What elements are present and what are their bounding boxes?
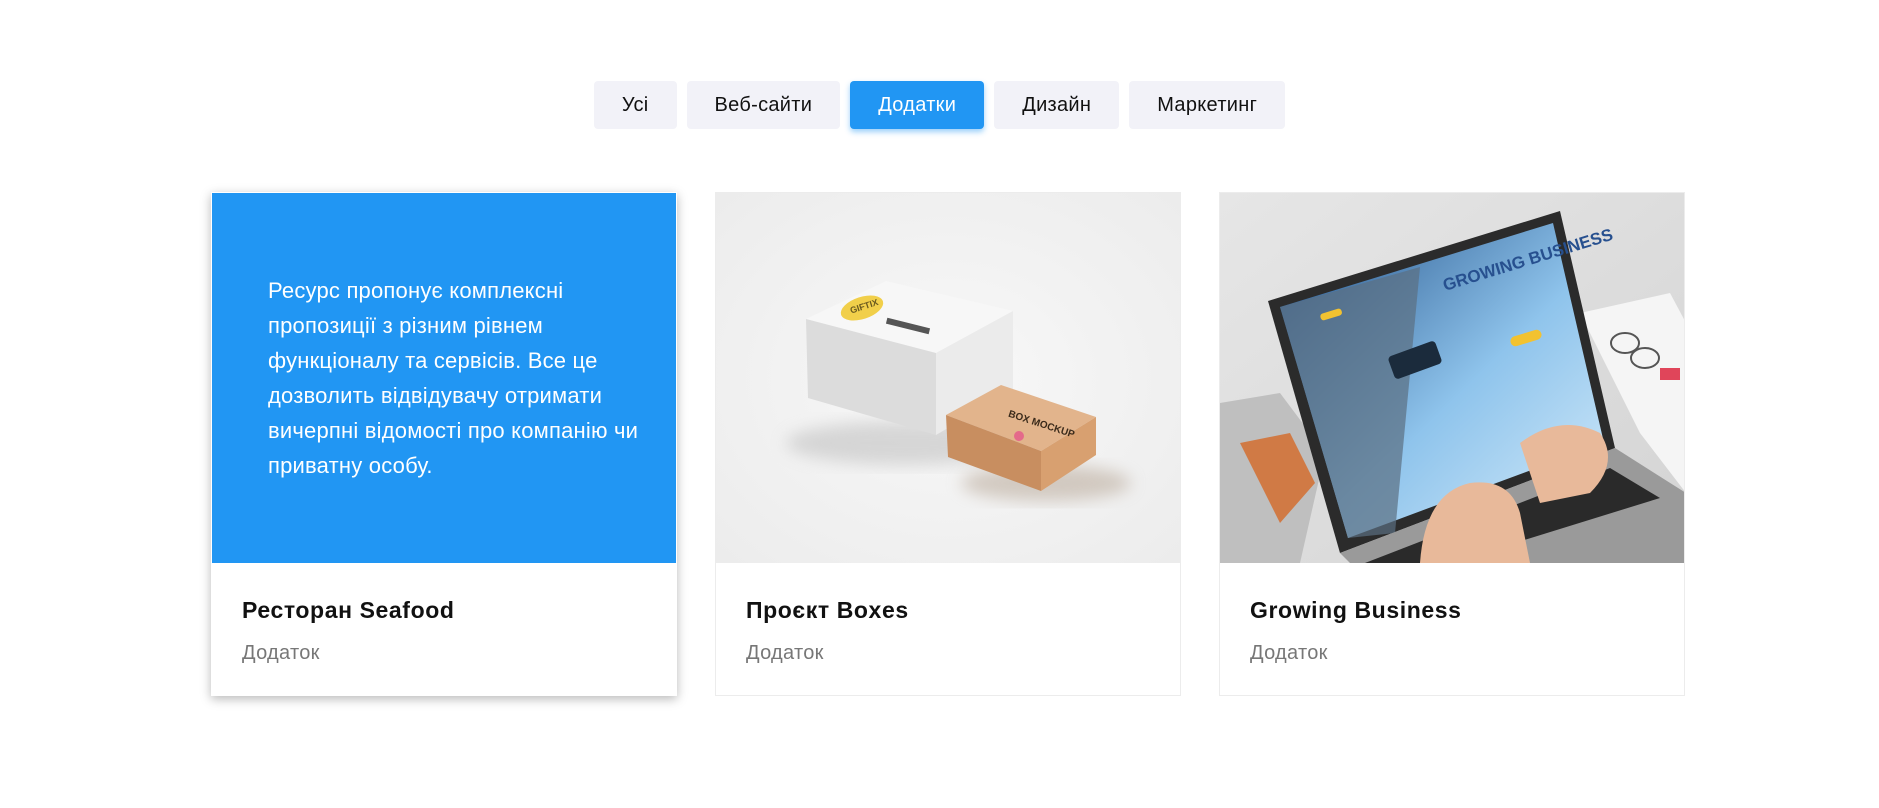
filter-websites-button[interactable]: Веб-сайти (686, 81, 841, 129)
boxes-mockup-image: GIFTIX BOX MOCKUP (716, 193, 1180, 563)
filter-apps-button[interactable]: Додатки (850, 81, 985, 129)
card-title[interactable]: Growing Business (1250, 597, 1654, 624)
portfolio-filter-bar: Усі Веб-сайти Додатки Дизайн Маркетинг (0, 81, 1879, 129)
card-image-boxes-mockup[interactable]: GIFTIX BOX MOCKUP (716, 193, 1180, 563)
card-image-laptop[interactable]: GROWING BUSINESS (1220, 193, 1684, 563)
card-media[interactable]: Ресурс пропонує комплексні пропозиції з … (212, 193, 676, 563)
card-description: Ресурс пропонує комплексні пропозиції з … (268, 278, 639, 478)
filter-marketing-button[interactable]: Маркетинг (1129, 81, 1286, 129)
laptop-image: GROWING BUSINESS (1220, 193, 1684, 563)
portfolio-grid: Ресурс пропонує комплексні пропозиції з … (211, 192, 1685, 696)
portfolio-card-growing-business[interactable]: GROWING BUSINESS Growing Business Додато… (1219, 192, 1685, 696)
filter-design-button[interactable]: Дизайн (994, 81, 1120, 129)
card-category: Додаток (1250, 642, 1328, 664)
portfolio-card-boxes[interactable]: GIFTIX BOX MOCKUP Проєкт Boxes Додаток (715, 192, 1181, 696)
portfolio-card-seafood[interactable]: Ресурс пропонує комплексні пропозиції з … (211, 192, 677, 696)
card-title[interactable]: Ресторан Seafood (242, 597, 646, 624)
card-title[interactable]: Проєкт Boxes (746, 597, 1150, 624)
filter-all-button[interactable]: Усі (593, 81, 677, 129)
card-category: Додаток (746, 642, 824, 664)
card-hover-overlay[interactable]: Ресурс пропонує комплексні пропозиції з … (212, 193, 676, 563)
card-category: Додаток (242, 642, 320, 664)
